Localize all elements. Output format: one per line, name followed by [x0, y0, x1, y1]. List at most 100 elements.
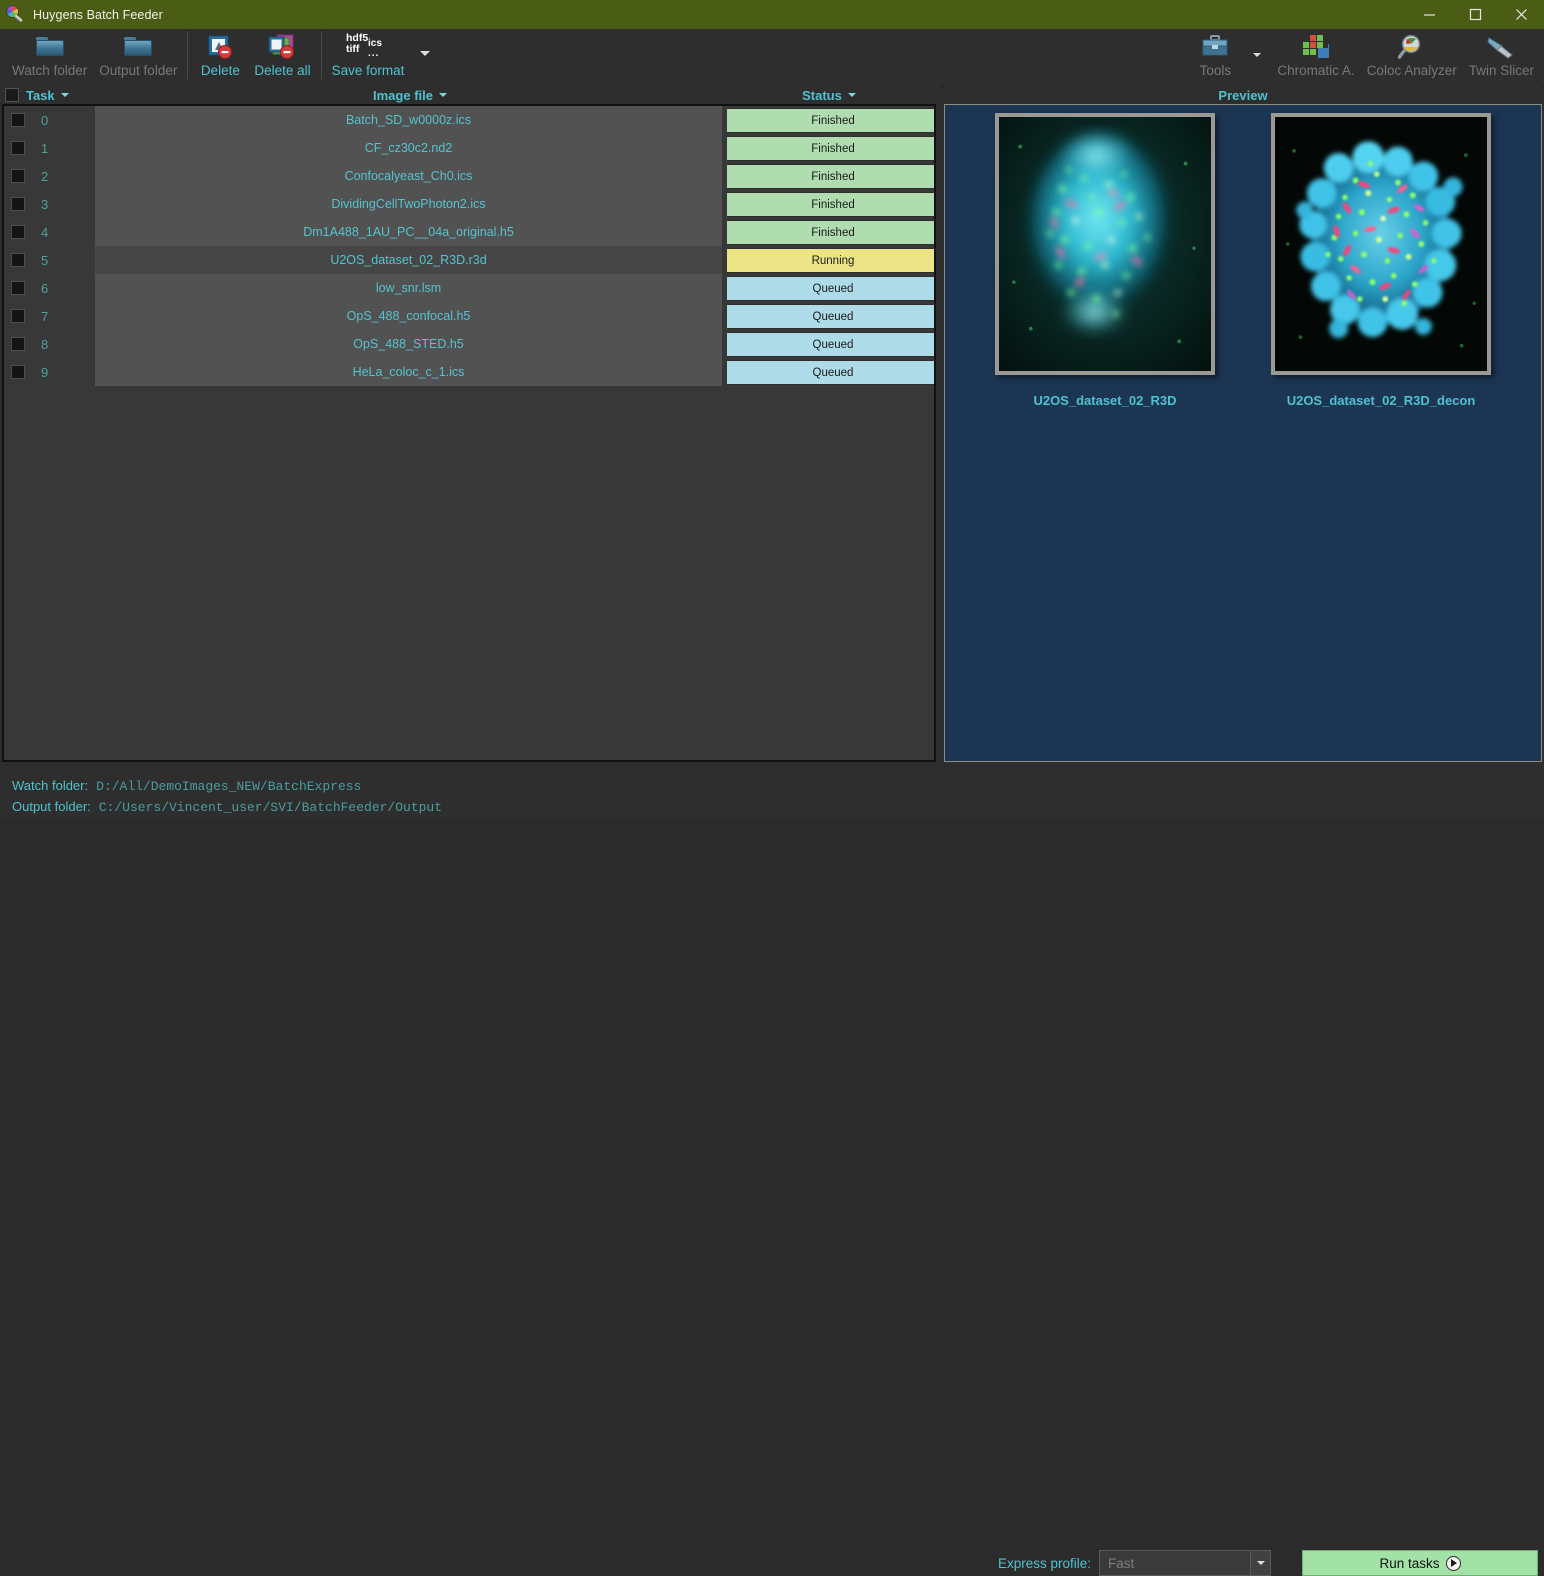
row-task-number: 6 — [41, 281, 48, 296]
delete-label: Delete — [201, 63, 240, 78]
row-checkbox[interactable] — [11, 281, 25, 295]
save-format-dropdown[interactable] — [410, 29, 440, 56]
twin-slicer-label: Twin Slicer — [1469, 63, 1534, 78]
save-format-icon: hdf5 tiff ics ... — [344, 32, 392, 62]
status-badge: Queued — [727, 332, 936, 357]
fmt-tiff: tiff — [346, 44, 359, 55]
watch-folder-button[interactable]: Watch folder — [6, 29, 93, 78]
row-checkbox[interactable] — [11, 337, 25, 351]
row-image-file: Confocalyeast_Ch0.ics — [95, 169, 722, 183]
output-folder-label: Output folder — [99, 63, 177, 78]
row-image-file: OpS_488_STED.h5 — [95, 337, 722, 351]
chevron-down-icon — [61, 93, 69, 97]
output-folder-path-value: C:/Users/Vincent_user/SVI/BatchFeeder/Ou… — [99, 800, 442, 815]
table-row[interactable]: 1CF_cz30c2.nd2Finished — [4, 134, 934, 162]
status-badge: Finished — [727, 136, 936, 161]
watch-folder-label: Watch folder — [12, 63, 87, 78]
run-tasks-button[interactable]: Run tasks — [1302, 1550, 1538, 1576]
table-row[interactable]: 7OpS_488_confocal.h5Queued — [4, 302, 934, 330]
table-row[interactable]: 2Confocalyeast_Ch0.icsFinished — [4, 162, 934, 190]
status-badge: Finished — [727, 108, 936, 133]
table-row[interactable]: 6low_snr.lsmQueued — [4, 274, 934, 302]
row-checkbox[interactable] — [11, 309, 25, 323]
preview-thumbnail-decon[interactable]: U2OS_dataset_02_R3D_decon — [1271, 113, 1491, 408]
tools-dropdown[interactable] — [1243, 29, 1271, 57]
save-format-label: Save format — [332, 63, 405, 78]
table-row[interactable]: 9HeLa_coloc_c_1.icsQueued — [4, 358, 934, 386]
row-checkbox[interactable] — [11, 113, 25, 127]
tools-label: Tools — [1200, 63, 1232, 78]
chevron-down-icon — [1253, 53, 1261, 57]
row-image-file: CF_cz30c2.nd2 — [95, 141, 722, 155]
twin-slicer-button[interactable]: Twin Slicer — [1463, 29, 1540, 78]
row-image-file: Batch_SD_w0000z.ics — [95, 113, 722, 127]
delete-all-label: Delete all — [254, 63, 310, 78]
close-icon[interactable] — [1498, 0, 1544, 29]
row-checkbox[interactable] — [11, 141, 25, 155]
table-row[interactable]: 0Batch_SD_w0000z.icsFinished — [4, 106, 934, 134]
row-task-number: 8 — [41, 337, 48, 352]
table-row[interactable]: 5U2OS_dataset_02_R3D.r3dRunning — [4, 246, 934, 274]
preview-caption-decon: U2OS_dataset_02_R3D_decon — [1287, 393, 1476, 408]
select-all-checkbox[interactable] — [5, 88, 19, 102]
folder-icon — [36, 32, 64, 62]
output-folder-button[interactable]: Output folder — [93, 29, 183, 78]
column-header-image-file[interactable]: Image file — [100, 86, 720, 104]
tools-button[interactable]: Tools — [1187, 29, 1243, 78]
deconvolved-cell-thumbnail[interactable] — [1271, 113, 1491, 375]
chevron-down-icon — [420, 51, 430, 56]
express-profile-select[interactable]: Fast — [1099, 1550, 1271, 1576]
row-task-number: 4 — [41, 225, 48, 240]
maximize-icon[interactable] — [1452, 0, 1498, 29]
watch-folder-path-row: Watch folder: D:/All/DemoImages_NEW/Batc… — [12, 778, 361, 794]
delete-button[interactable]: Delete — [192, 29, 248, 78]
status-bar: Watch folder: D:/All/DemoImages_NEW/Batc… — [0, 766, 1544, 818]
preview-panel: U2OS_dataset_02_R3D — [944, 104, 1542, 762]
row-image-file: DividingCellTwoPhoton2.ics — [95, 197, 722, 211]
status-badge: Queued — [727, 360, 936, 385]
huygens-lollipop-icon — [6, 5, 26, 25]
delete-image-icon — [206, 32, 234, 62]
row-checkbox[interactable] — [11, 169, 25, 183]
express-profile-label: Express profile: — [998, 1556, 1091, 1571]
output-folder-path-row: Output folder: C:/Users/Vincent_user/SVI… — [12, 799, 442, 815]
window-title: Huygens Batch Feeder — [33, 8, 163, 22]
window-controls — [1406, 0, 1544, 29]
row-task-number: 5 — [41, 253, 48, 268]
row-checkbox[interactable] — [11, 197, 25, 211]
column-header-task[interactable]: Task — [26, 86, 69, 104]
column-header-task-label: Task — [26, 88, 55, 103]
delete-all-button[interactable]: Delete all — [248, 29, 316, 78]
preview-thumbnail-raw[interactable]: U2OS_dataset_02_R3D — [995, 113, 1215, 408]
express-profile-area: Express profile: Fast — [998, 1550, 1271, 1576]
task-list[interactable]: 0Batch_SD_w0000z.icsFinished1CF_cz30c2.n… — [2, 104, 936, 762]
output-folder-path-label: Output folder: — [12, 799, 91, 814]
row-task-number: 9 — [41, 365, 48, 380]
delete-all-icon — [267, 32, 297, 62]
column-header-status[interactable]: Status — [723, 86, 935, 104]
fmt-ellipsis: ... — [368, 48, 379, 59]
raw-widefield-cell-thumbnail[interactable] — [995, 113, 1215, 375]
watch-folder-path-value: D:/All/DemoImages_NEW/BatchExpress — [96, 779, 361, 794]
toolbar-left-group: Watch folder Output folder — [6, 29, 440, 86]
minimize-icon[interactable] — [1406, 0, 1452, 29]
table-row[interactable]: 3DividingCellTwoPhoton2.icsFinished — [4, 190, 934, 218]
row-task-number: 7 — [41, 309, 48, 324]
preview-caption-raw: U2OS_dataset_02_R3D — [1033, 393, 1176, 408]
row-checkbox[interactable] — [11, 225, 25, 239]
row-checkbox[interactable] — [11, 365, 25, 379]
preview-thumbnails: U2OS_dataset_02_R3D — [945, 113, 1541, 408]
status-badge: Running — [727, 248, 936, 273]
row-task-number: 2 — [41, 169, 48, 184]
table-row[interactable]: 8 OpS_488_STED.h5 Queued — [4, 330, 934, 358]
row-checkbox[interactable] — [11, 253, 25, 267]
chromatic-aberration-label: Chromatic A. — [1277, 63, 1354, 78]
save-format-button[interactable]: hdf5 tiff ics ... Save format — [326, 29, 411, 78]
column-header-image-file-label: Image file — [373, 88, 433, 103]
coloc-analyzer-button[interactable]: Coloc Analyzer — [1361, 29, 1463, 78]
status-badge: Queued — [727, 276, 936, 301]
chromatic-aberration-button[interactable]: Chromatic A. — [1271, 29, 1360, 78]
table-row[interactable]: 4Dm1A488_1AU_PC__04a_original.h5Finished — [4, 218, 934, 246]
chevron-down-icon[interactable] — [1250, 1551, 1270, 1575]
toolbar-separator — [321, 31, 322, 79]
